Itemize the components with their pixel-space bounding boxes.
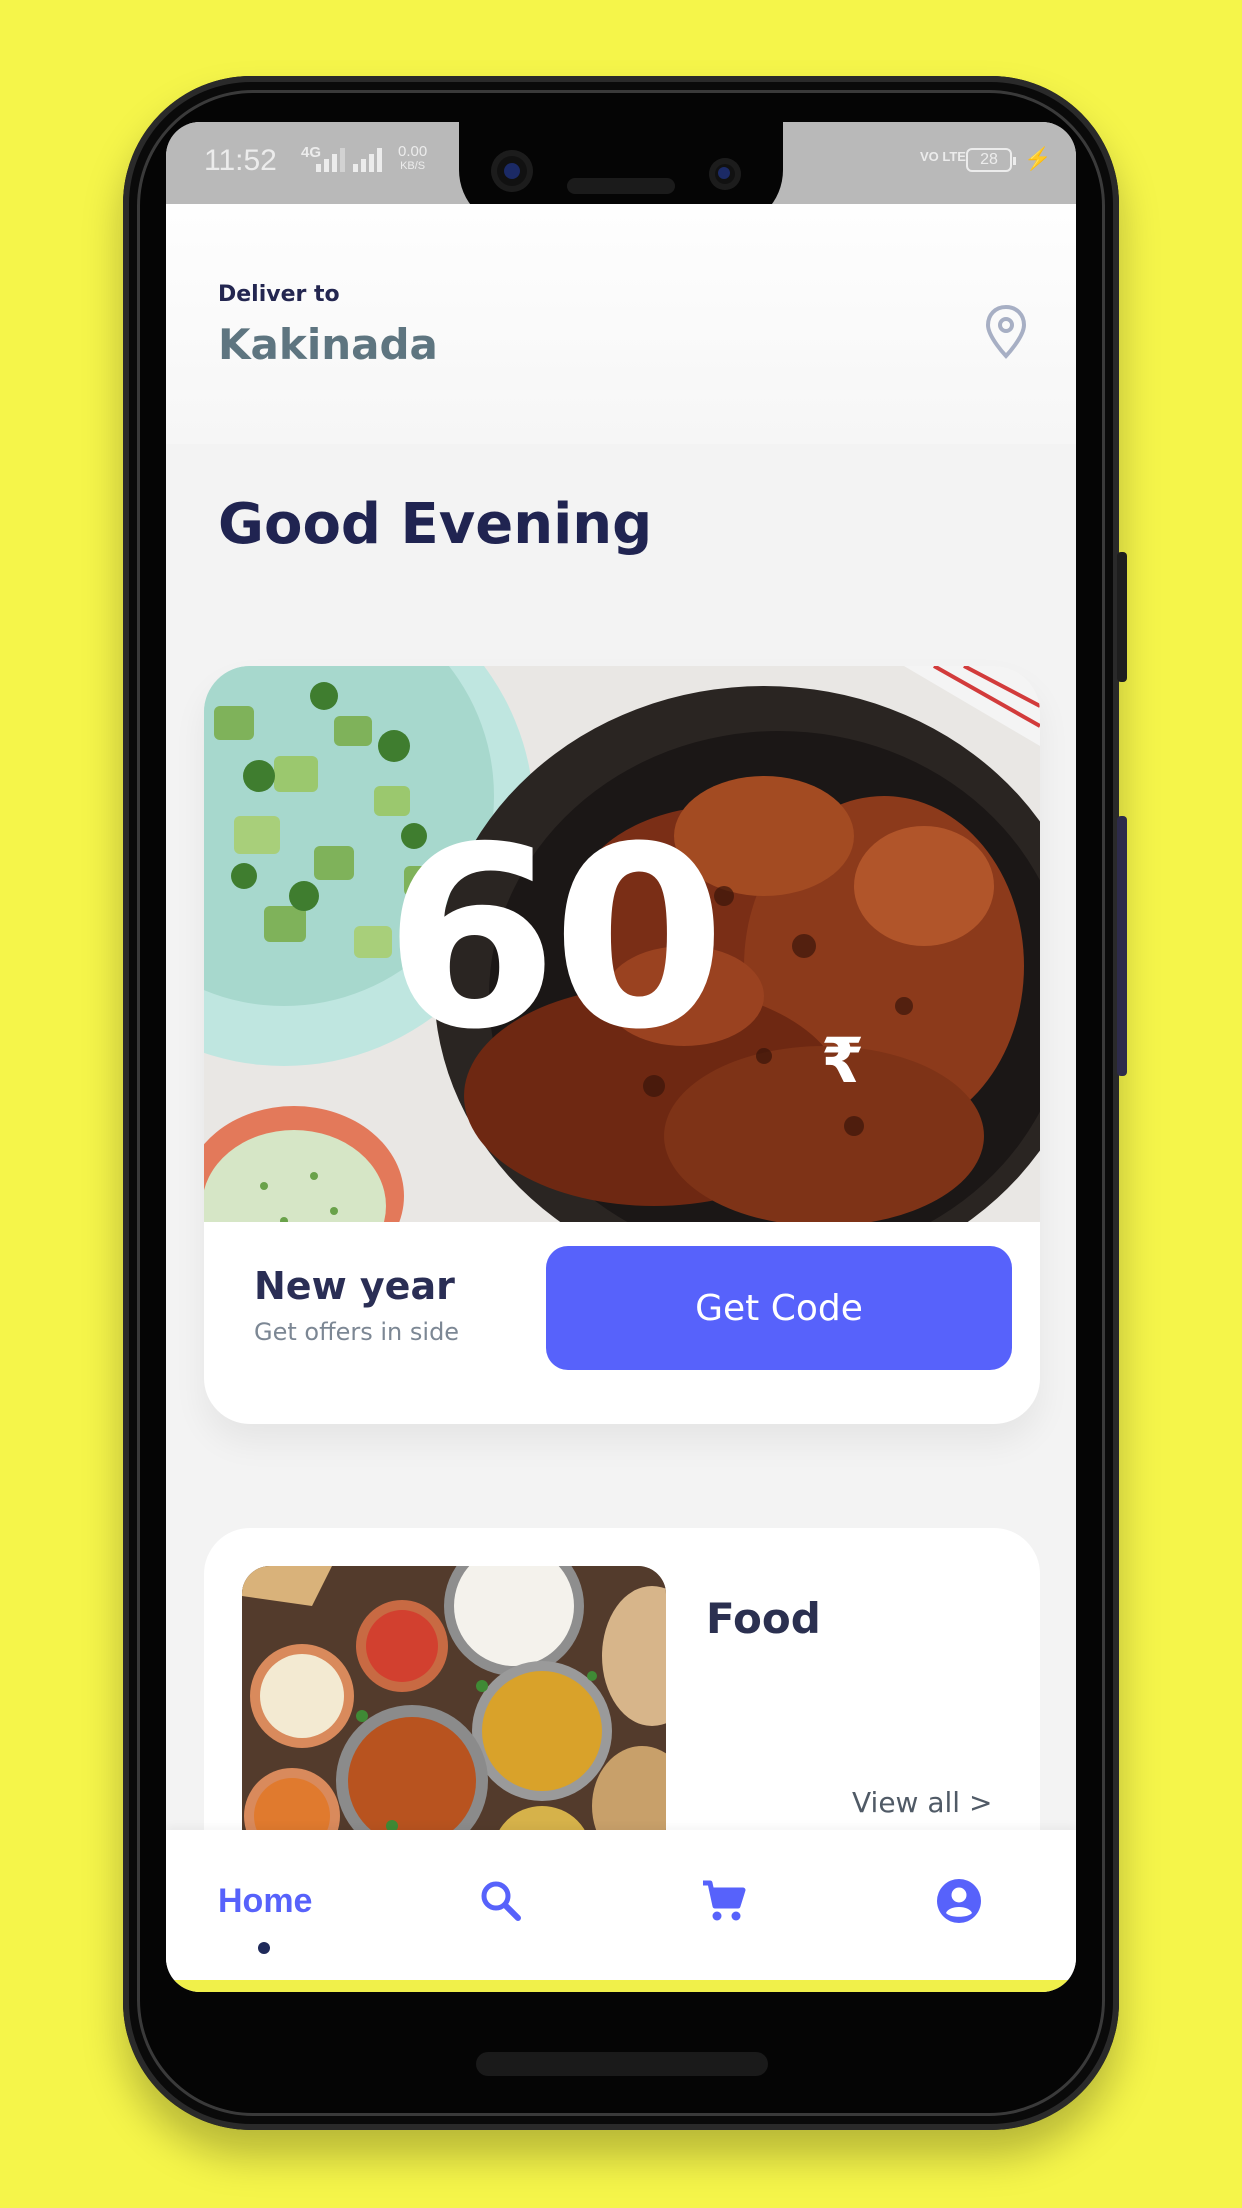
bottom-navigation: Home bbox=[166, 1830, 1076, 1980]
offer-title: New year bbox=[254, 1264, 455, 1308]
food-category-image bbox=[242, 1566, 666, 1856]
charging-icon: ⚡ bbox=[1024, 146, 1052, 171]
phone-home-bar bbox=[476, 2052, 768, 2076]
greeting-heading: Good Evening bbox=[218, 492, 653, 557]
search-icon[interactable] bbox=[478, 1878, 524, 1924]
category-title: Food bbox=[706, 1594, 821, 1643]
power-button bbox=[1117, 552, 1127, 682]
front-sensor-icon bbox=[709, 158, 741, 190]
location-pin-icon[interactable] bbox=[984, 304, 1028, 360]
account-icon[interactable] bbox=[936, 1878, 982, 1924]
offer-card[interactable]: 60 ₹ New year Get offers in side Get Cod… bbox=[204, 666, 1040, 1424]
front-camera-icon bbox=[491, 150, 533, 192]
view-all-link[interactable]: View all > bbox=[852, 1786, 992, 1819]
nav-home[interactable]: Home bbox=[218, 1882, 312, 1921]
offer-amount: 60 bbox=[384, 793, 726, 1084]
earpiece bbox=[567, 178, 675, 194]
signal-icon bbox=[353, 148, 382, 172]
volume-button bbox=[1117, 816, 1127, 1076]
offer-subtitle: Get offers in side bbox=[254, 1318, 460, 1346]
battery-icon: 28 bbox=[966, 148, 1016, 172]
cart-icon[interactable] bbox=[700, 1878, 746, 1924]
volte-indicator: VO LTE bbox=[920, 149, 966, 164]
signal-icon bbox=[316, 148, 345, 172]
data-speed: 0.00 KB/S bbox=[398, 143, 428, 172]
status-time: 11:52 bbox=[204, 144, 277, 177]
rupee-icon: ₹ bbox=[821, 1024, 865, 1097]
delivery-header: Deliver to Kakinada bbox=[166, 204, 1076, 444]
deliver-to-label: Deliver to bbox=[218, 282, 340, 307]
app-screen: 11:52 4G 0.00 KB/S VO LTE 28 ⚡ Deliver t… bbox=[166, 122, 1076, 1992]
nav-active-indicator bbox=[258, 1942, 270, 1954]
get-code-button[interactable]: Get Code bbox=[546, 1246, 1012, 1370]
screen-bottom-edge bbox=[166, 1980, 1076, 1992]
delivery-city[interactable]: Kakinada bbox=[218, 320, 438, 369]
